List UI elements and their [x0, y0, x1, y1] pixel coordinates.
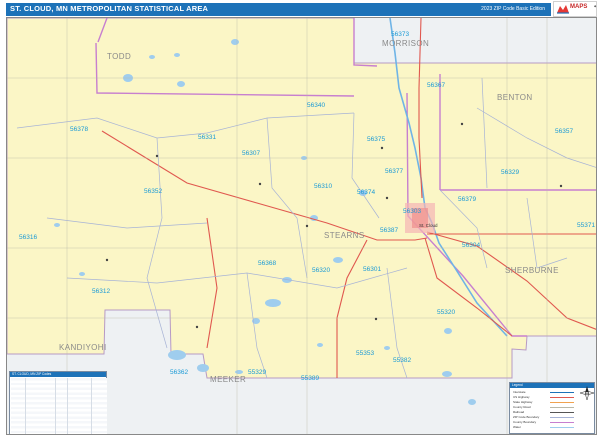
- legend-item: US Highway: [513, 395, 530, 399]
- zip-table-title: ST. CLOUD, MN ZIP Codes: [10, 372, 106, 377]
- zip-label: 56374: [357, 189, 376, 196]
- zip-label: 56379: [458, 196, 477, 203]
- zip-label: 56316: [19, 234, 38, 241]
- north-arrow-icon: [580, 386, 594, 400]
- zip-label: 55329: [248, 369, 267, 376]
- zip-table-divider: [55, 378, 56, 434]
- zip-label: 56304: [462, 242, 481, 249]
- legend-swatch: [550, 417, 574, 419]
- legend-swatch: [550, 412, 574, 414]
- logo-icon: [557, 5, 569, 14]
- zip-code-table[interactable]: ST. CLOUD, MN ZIP Codes: [9, 371, 107, 434]
- legend-swatch: [550, 392, 574, 394]
- zip-label: 56368: [258, 260, 277, 267]
- city-label-st-cloud: St. Cloud: [419, 223, 438, 228]
- zip-label: 56312: [92, 288, 111, 295]
- zip-label: 56352: [144, 188, 163, 195]
- legend-swatch: [550, 397, 574, 399]
- zip-label: 56320: [312, 267, 331, 274]
- zip-label: 56367: [427, 82, 446, 89]
- zip-label: 56362: [170, 369, 189, 376]
- map-canvas[interactable]: TODD MORRISON BENTON STEARNS SHERBURNE K…: [6, 17, 597, 435]
- zip-label: 55382: [393, 357, 412, 364]
- county-label-meeker: MEEKER: [210, 375, 247, 384]
- zip-label: 56357: [555, 128, 574, 135]
- county-label-benton: BENTON: [497, 93, 533, 102]
- legend-item: State Highway: [513, 400, 533, 404]
- zip-label: 56377: [385, 168, 404, 175]
- legend-item: Water: [513, 425, 521, 429]
- zip-label: 56331: [198, 134, 217, 141]
- zip-label: 55371: [577, 222, 596, 229]
- county-label-todd: TODD: [107, 52, 132, 61]
- brand-tagline: ◆: [594, 4, 597, 8]
- zip-label: 56378: [70, 126, 89, 133]
- legend-swatch: [550, 427, 574, 429]
- zip-table-divider: [91, 378, 92, 434]
- legend-item: Interstate: [513, 390, 526, 394]
- county-label-morrison: MORRISON: [382, 39, 430, 48]
- zip-label: 56329: [501, 169, 520, 176]
- msa-area: [7, 18, 596, 379]
- legend-swatch: [550, 422, 574, 424]
- zip-label: 56301: [363, 266, 382, 273]
- legend-item: County Boundary: [513, 420, 537, 424]
- legend-swatch: [550, 402, 574, 404]
- zip-label: 55320: [437, 309, 456, 316]
- zip-table-divider: [67, 378, 68, 434]
- zip-label: 56340: [307, 102, 326, 109]
- county-label-kandiyohi: KANDIYOHI: [59, 343, 107, 352]
- brand-label: MAPS: [570, 4, 588, 10]
- legend-item: Railroad: [513, 410, 525, 414]
- legend-item: ZIP Code Boundary: [513, 415, 540, 419]
- zip-table-rows: [11, 378, 107, 434]
- title-bar: ST. CLOUD, MN METROPOLITAN STATISTICAL A…: [6, 3, 551, 16]
- brand-logo: MAPS ◆: [553, 1, 597, 17]
- county-label-sherburne: SHERBURNE: [505, 266, 559, 275]
- zip-label: 55389: [301, 375, 320, 382]
- zip-label: 56310: [314, 183, 333, 190]
- legend-item: County Road: [513, 405, 531, 409]
- zip-label: 56375: [367, 136, 386, 143]
- legend-swatch: [550, 407, 574, 409]
- zip-label: 56387: [380, 227, 399, 234]
- zip-table-divider: [25, 378, 26, 434]
- map-title: ST. CLOUD, MN METROPOLITAN STATISTICAL A…: [10, 4, 209, 13]
- county-label-stearns: STEARNS: [324, 231, 365, 240]
- zip-label: 56303: [403, 208, 422, 215]
- edition-label: 2023 ZIP Code Basic Edition: [481, 6, 545, 12]
- zip-label: 56307: [242, 150, 261, 157]
- zip-label: 56373: [391, 31, 410, 38]
- zip-label: 55353: [356, 350, 375, 357]
